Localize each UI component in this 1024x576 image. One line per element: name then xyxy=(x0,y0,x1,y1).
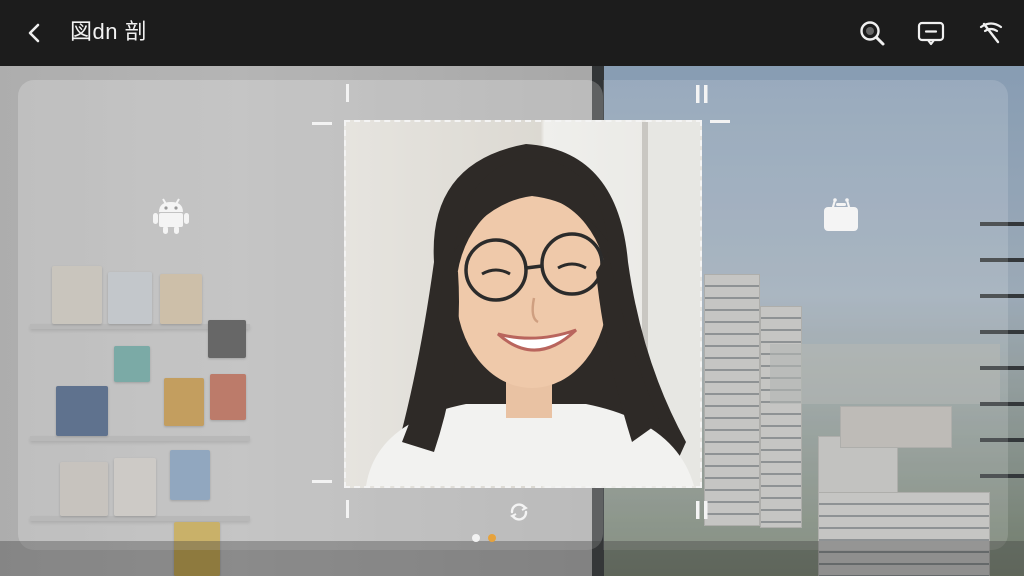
bottom-strip xyxy=(0,541,1024,576)
page-dot-active[interactable] xyxy=(488,534,496,542)
no-signal-icon xyxy=(979,22,1003,44)
page-title: 図dn 剖 xyxy=(70,19,148,44)
chevron-left-icon xyxy=(28,23,40,43)
search-button[interactable] xyxy=(857,18,887,48)
crop-mark-right-upper xyxy=(710,120,730,123)
signal-button[interactable] xyxy=(976,18,1006,48)
android-icon[interactable] xyxy=(150,194,192,236)
pause-icon xyxy=(696,501,708,519)
rotate-button[interactable] xyxy=(507,500,531,524)
portrait-preview-frame[interactable] xyxy=(344,120,702,488)
rotate-icon xyxy=(510,503,528,521)
crop-mark-top-left xyxy=(346,84,349,102)
pause-button-top[interactable] xyxy=(694,84,710,104)
page-dot[interactable] xyxy=(472,534,480,542)
back-button[interactable] xyxy=(20,19,48,47)
shopping-bag-icon[interactable] xyxy=(820,194,862,236)
search-icon xyxy=(860,21,885,46)
portrait-photo xyxy=(366,122,700,486)
crop-mark-left-upper xyxy=(312,122,332,125)
page-indicator[interactable] xyxy=(472,534,496,542)
top-app-bar: 図dn 剖 xyxy=(0,0,1024,66)
chat-bubble-icon xyxy=(917,21,945,46)
pause-button-bottom[interactable] xyxy=(694,500,710,520)
crop-mark-left-lower xyxy=(312,480,332,483)
crop-mark-bottom-left xyxy=(346,500,349,518)
pause-icon xyxy=(696,85,708,103)
message-button[interactable] xyxy=(916,18,946,48)
